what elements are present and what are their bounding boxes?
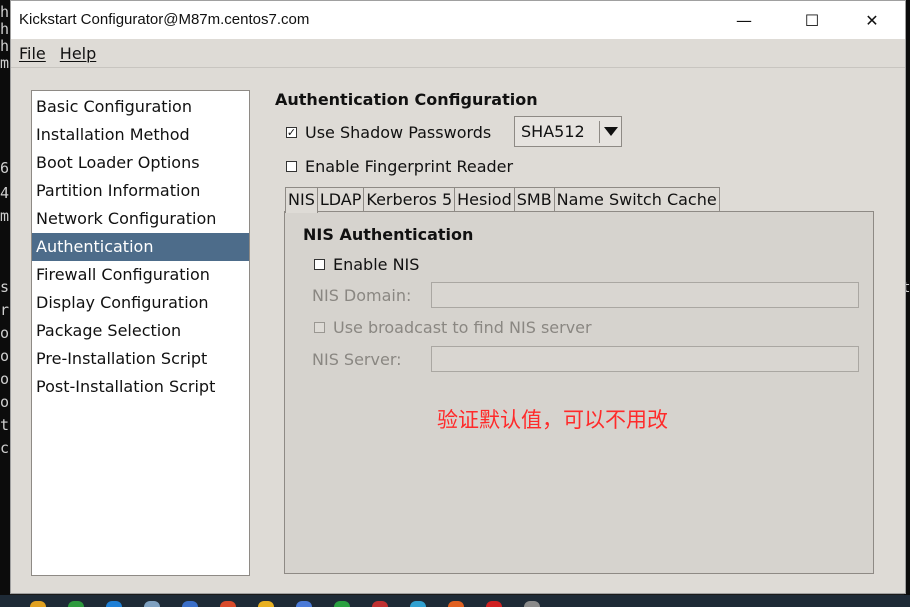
close-icon: ✕ [865,10,879,30]
tab-nis[interactable]: NIS [285,187,318,213]
terminal-char: o [0,347,10,365]
annotation-note: 验证默认值，可以不用改 [437,408,668,432]
sidebar-item-partition-information[interactable]: Partition Information [32,177,249,205]
shadow-passwords-checkbox[interactable]: ✓ [286,127,297,138]
fingerprint-label: Enable Fingerprint Reader [305,157,514,176]
fingerprint-checkbox[interactable] [286,161,297,172]
tab-name-switch-cache[interactable]: Name Switch Cache [553,187,720,212]
sidebar-item-post-installation-script[interactable]: Post-Installation Script [32,373,249,401]
taskbar-app-icon[interactable] [258,601,274,607]
menu-file[interactable]: File [19,44,46,63]
sidebar-item-installation-method[interactable]: Installation Method [32,121,249,149]
close-button[interactable]: ✕ [849,1,895,39]
sidebar-item-authentication[interactable]: Authentication [32,233,249,261]
title-bar[interactable]: Kickstart Configurator@M87m.centos7.com … [11,1,905,39]
tab-hesiod[interactable]: Hesiod [454,187,515,212]
terminal-char: t [0,416,10,434]
window-title: Kickstart Configurator@M87m.centos7.com [19,11,310,28]
hash-algorithm-select[interactable]: SHA512 [514,116,622,147]
taskbar-app-icon[interactable] [182,601,198,607]
minimize-icon: — [736,10,752,30]
terminal-char: h [0,3,10,21]
terminal-char: m [0,54,10,72]
nis-panel: NIS Authentication Enable NIS NIS Domain… [284,211,874,574]
taskbar-app-icon[interactable] [144,601,160,607]
nis-server-input[interactable] [431,346,859,372]
shadow-passwords-row: ✓ Use Shadow Passwords [286,123,491,142]
tab-ldap[interactable]: LDAP [316,187,365,212]
taskbar-app-icon[interactable] [524,601,540,607]
nis-domain-input[interactable] [431,282,859,308]
broadcast-label: Use broadcast to find NIS server [333,318,592,337]
enable-nis-checkbox[interactable] [314,259,325,270]
terminal-char: c [0,439,10,457]
sidebar-item-network-configuration[interactable]: Network Configuration [32,205,249,233]
taskbar [0,595,910,607]
taskbar-app-icon[interactable] [486,601,502,607]
hash-algorithm-value: SHA512 [521,122,585,141]
auth-tabs: NIS LDAP Kerberos 5 Hesiod SMB Name Swit… [285,187,720,213]
terminal-char: 4 [0,184,10,202]
taskbar-app-icon[interactable] [106,601,122,607]
shadow-passwords-label: Use Shadow Passwords [305,123,492,142]
terminal-char: r [0,301,10,319]
nis-title: NIS Authentication [303,225,474,244]
sidebar-item-basic-configuration[interactable]: Basic Configuration [32,93,249,121]
maximize-button[interactable]: ☐ [789,1,835,39]
enable-nis-label: Enable NIS [333,255,420,274]
terminal-char: s [0,278,10,296]
terminal-char: m [0,207,10,225]
nis-server-label: NIS Server: [312,350,402,369]
broadcast-checkbox[interactable] [314,322,325,333]
dropdown-divider [599,120,600,143]
fingerprint-row: Enable Fingerprint Reader [286,157,513,176]
tab-smb[interactable]: SMB [513,187,555,212]
category-list: Basic Configuration Installation Method … [31,90,250,576]
nis-domain-label: NIS Domain: [312,286,412,305]
broadcast-row: Use broadcast to find NIS server [314,318,592,337]
taskbar-app-icon[interactable] [334,601,350,607]
sidebar-item-pre-installation-script[interactable]: Pre-Installation Script [32,345,249,373]
terminal-char: o [0,324,10,342]
menu-help[interactable]: Help [60,44,96,63]
taskbar-app-icon[interactable] [372,601,388,607]
sidebar-item-package-selection[interactable]: Package Selection [32,317,249,345]
taskbar-app-icon[interactable] [220,601,236,607]
sidebar-item-firewall-configuration[interactable]: Firewall Configuration [32,261,249,289]
taskbar-app-icon[interactable] [30,601,46,607]
taskbar-app-icon[interactable] [296,601,312,607]
menu-bar: File Help [11,39,905,68]
taskbar-app-icon[interactable] [448,601,464,607]
maximize-icon: ☐ [804,10,820,30]
taskbar-app-icon[interactable] [410,601,426,607]
chevron-down-icon [604,127,618,136]
tab-kerberos[interactable]: Kerberos 5 [363,187,456,212]
terminal-char: o [0,370,10,388]
background-terminal: h h h m 6 4 m s r o o o o t c [0,0,10,607]
kickstart-window: Kickstart Configurator@M87m.centos7.com … [10,0,906,594]
terminal-char: h [0,37,10,55]
terminal-char: 6 [0,159,10,177]
enable-nis-row: Enable NIS [314,255,419,274]
terminal-char: o [0,393,10,411]
sidebar-item-display-configuration[interactable]: Display Configuration [32,289,249,317]
section-title: Authentication Configuration [275,90,538,109]
minimize-button[interactable]: — [721,1,767,39]
terminal-char: h [0,20,10,38]
taskbar-app-icon[interactable] [68,601,84,607]
sidebar-item-boot-loader-options[interactable]: Boot Loader Options [32,149,249,177]
